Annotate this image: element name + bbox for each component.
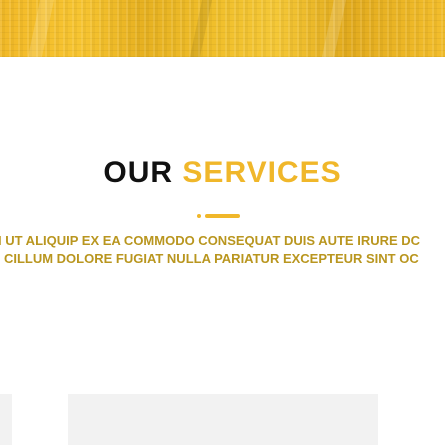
title-underline-bar: [205, 214, 240, 218]
section-description-line-2: ES CILLUM DOLORE FUGIAT NULLA PARIATUR E…: [0, 251, 419, 266]
section-title-part1: OUR: [103, 156, 174, 189]
title-underline-dot: [197, 214, 201, 218]
service-card-left[interactable]: [0, 394, 12, 445]
section-description-line-1: I UT ALIQUIP EX EA COMMODO CONSEQUAT DUI…: [0, 233, 421, 248]
section-title-part2: SERVICES: [182, 156, 342, 189]
section-title: OUR SERVICES: [0, 154, 445, 192]
page: OUR SERVICES I UT ALIQUIP EX EA COMMODO …: [0, 0, 445, 445]
hero-image: [0, 0, 445, 57]
service-card-center[interactable]: [68, 394, 378, 445]
hero-texture: [0, 0, 445, 57]
